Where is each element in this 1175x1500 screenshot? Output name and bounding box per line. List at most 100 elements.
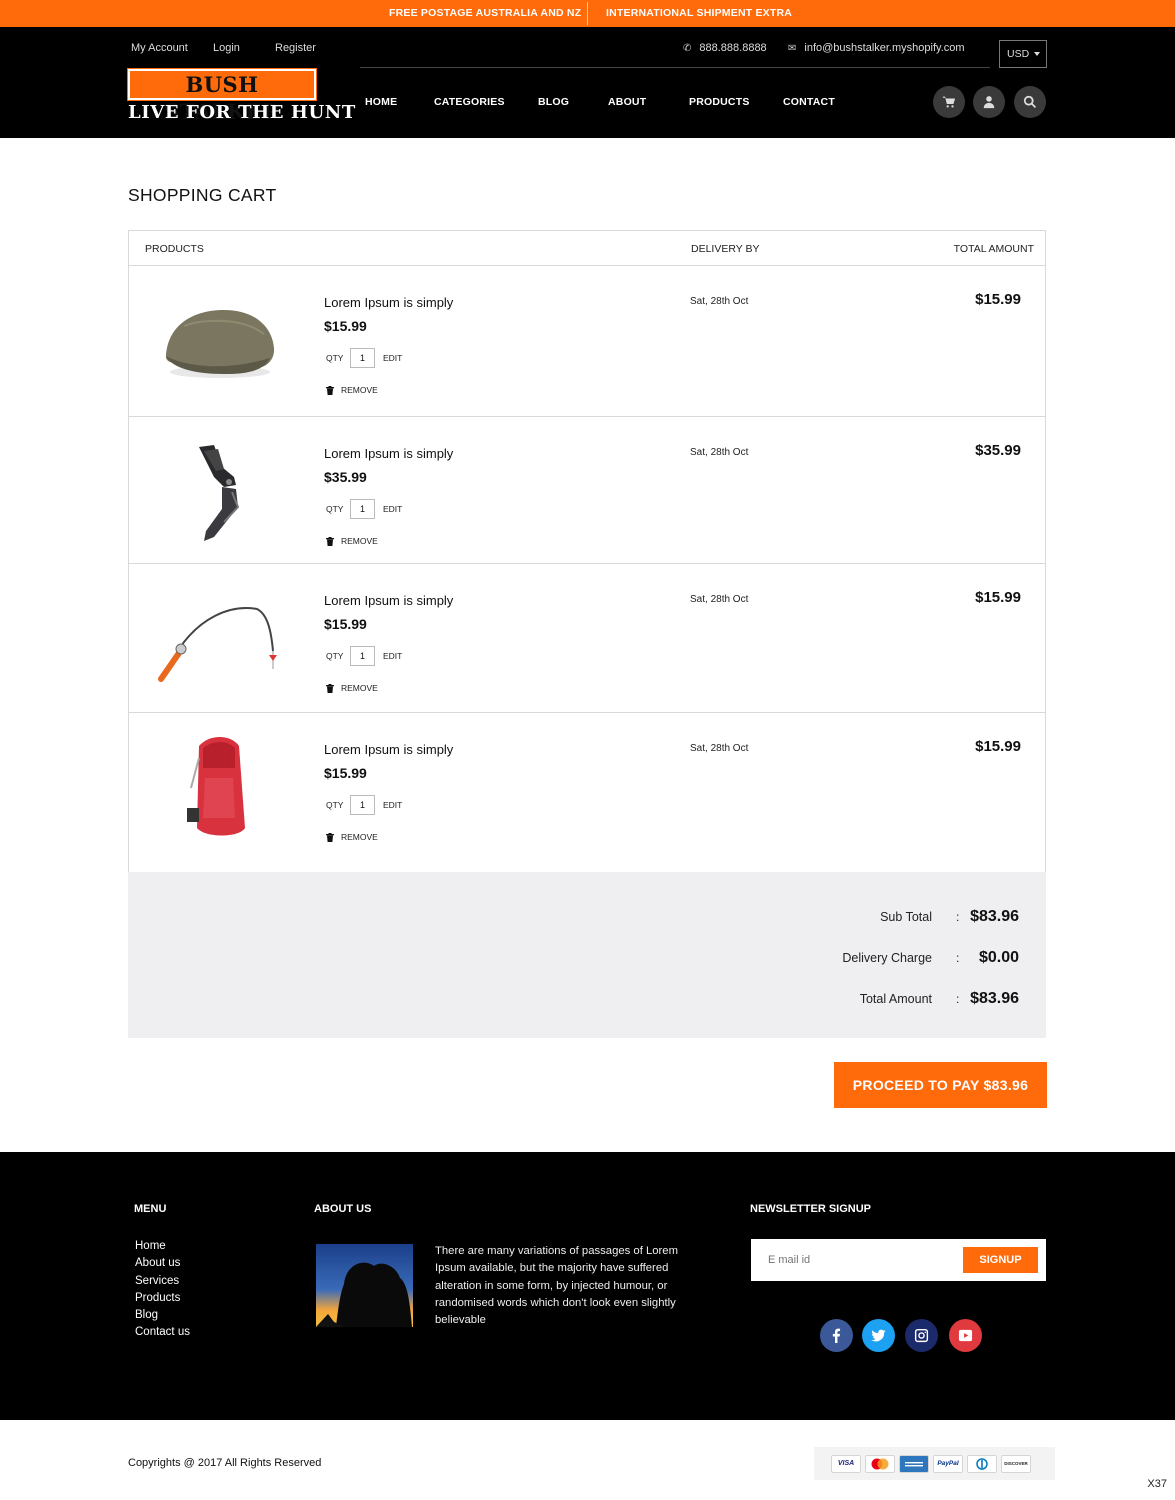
line-total: $15.99: [975, 291, 1021, 308]
product-image-hunting-knife[interactable]: [139, 432, 299, 552]
nav-contact[interactable]: CONTACT: [783, 96, 835, 108]
remove-button[interactable]: REMOVE: [326, 683, 378, 693]
remove-label: REMOVE: [341, 536, 378, 546]
newsletter-email-input[interactable]: [751, 1239, 951, 1281]
remove-label: REMOVE: [341, 385, 378, 395]
footer-link-home[interactable]: Home: [135, 1238, 190, 1255]
visa-card-icon: VISA: [831, 1454, 861, 1473]
trash-icon: [326, 536, 334, 546]
footer-link-contact[interactable]: Contact us: [135, 1324, 190, 1341]
delivery-separator: :: [956, 951, 960, 965]
search-button[interactable]: [1014, 86, 1046, 118]
phone-contact: ✆ 888.888.8888: [683, 42, 767, 54]
delivery-date: Sat, 28th Oct: [690, 296, 749, 307]
edit-link[interactable]: EDIT: [383, 353, 402, 363]
nav-products[interactable]: PRODUCTS: [689, 96, 750, 108]
envelope-icon: ✉: [788, 43, 797, 54]
remove-label: REMOVE: [341, 832, 378, 842]
signup-button[interactable]: SIGNUP: [963, 1247, 1038, 1273]
site-logo[interactable]: BUSH STALKER LIVE FOR THE HUNT: [127, 68, 356, 129]
footer-link-products[interactable]: Products: [135, 1290, 190, 1307]
footer-link-blog[interactable]: Blog: [135, 1307, 190, 1324]
youtube-link[interactable]: [949, 1319, 982, 1352]
my-account-link[interactable]: My Account: [131, 42, 188, 54]
nav-about[interactable]: ABOUT: [608, 96, 646, 108]
edit-link[interactable]: EDIT: [383, 504, 402, 514]
cart-table: PRODUCTS DELIVERY BY TOTAL AMOUNT Lorem …: [128, 230, 1046, 873]
product-price: $35.99: [324, 469, 367, 485]
remove-button[interactable]: REMOVE: [326, 385, 378, 395]
twitter-link[interactable]: [862, 1319, 895, 1352]
footer-menu-title: MENU: [134, 1203, 167, 1215]
cart-row: Lorem Ipsum is simply $15.99 QTY 1 EDIT …: [129, 564, 1045, 713]
facebook-icon: [832, 1328, 841, 1343]
qty-input[interactable]: 1: [350, 499, 375, 519]
nav-blog[interactable]: BLOG: [538, 96, 569, 108]
qty-label: QTY: [326, 353, 344, 363]
logo-badge: BUSH STALKER: [127, 68, 317, 124]
qty-label: QTY: [326, 504, 344, 514]
remove-button[interactable]: REMOVE: [326, 832, 378, 842]
youtube-icon: [958, 1329, 973, 1342]
account-button[interactable]: [973, 86, 1005, 118]
delivery-date: Sat, 28th Oct: [690, 743, 749, 754]
remove-button[interactable]: REMOVE: [326, 536, 378, 546]
product-image-fishing-rod[interactable]: [139, 579, 299, 699]
login-link[interactable]: Login: [213, 42, 240, 54]
product-image-flat-cap[interactable]: [139, 281, 299, 401]
col-delivery: DELIVERY BY: [691, 243, 760, 255]
delivery-date: Sat, 28th Oct: [690, 594, 749, 605]
product-name[interactable]: Lorem Ipsum is simply: [324, 446, 453, 461]
cart-button[interactable]: [933, 86, 965, 118]
facebook-link[interactable]: [820, 1319, 853, 1352]
email-contact[interactable]: ✉ info@bushstalker.myshopify.com: [788, 42, 965, 54]
trash-icon: [326, 683, 334, 693]
footer-link-about[interactable]: About us: [135, 1255, 190, 1272]
discover-card-icon: DISCOVER: [1001, 1454, 1031, 1473]
product-image-red-backpack[interactable]: [139, 728, 299, 848]
nav-categories[interactable]: CATEGORIES: [434, 96, 505, 108]
logo-tagline: LIVE FOR THE HUNT: [128, 102, 356, 123]
site-header: My Account Login Register ✆ 888.888.8888 …: [0, 27, 1175, 138]
register-link[interactable]: Register: [275, 42, 316, 54]
footer-menu: Home About us Services Products Blog Con…: [135, 1238, 190, 1342]
instagram-link[interactable]: [905, 1319, 938, 1352]
mastercard-icon: [865, 1454, 895, 1473]
delivery-date: Sat, 28th Oct: [690, 447, 749, 458]
instagram-icon: [914, 1328, 929, 1343]
qty-label: QTY: [326, 800, 344, 810]
promo-divider: [587, 2, 588, 25]
currency-select[interactable]: USD: [999, 40, 1047, 68]
cart-row: Lorem Ipsum is simply $35.99 QTY 1 EDIT …: [129, 417, 1045, 564]
col-products: PRODUCTS: [145, 243, 204, 255]
qty-input[interactable]: 1: [350, 348, 375, 368]
product-name[interactable]: Lorem Ipsum is simply: [324, 593, 453, 608]
footer-link-services[interactable]: Services: [135, 1273, 190, 1290]
promo-left: FREE POSTAGE AUSTRALIA AND NZ: [389, 7, 582, 19]
remove-label: REMOVE: [341, 683, 378, 693]
edit-link[interactable]: EDIT: [383, 651, 402, 661]
total-separator: :: [956, 992, 960, 1006]
qty-input[interactable]: 1: [350, 795, 375, 815]
product-price: $15.99: [324, 318, 367, 334]
newsletter-title: NEWSLETTER SIGNUP: [750, 1203, 872, 1215]
edit-link[interactable]: EDIT: [383, 800, 402, 810]
delivery-value: $0.00: [978, 949, 1019, 966]
subtotal-value: $83.96: [970, 908, 1019, 925]
nav-home[interactable]: HOME: [365, 96, 397, 108]
trash-icon: [326, 385, 334, 395]
total-label: Total Amount: [859, 992, 932, 1006]
line-total: $35.99: [975, 442, 1021, 459]
proceed-to-pay-button[interactable]: PROCEED TO PAY $83.96: [834, 1062, 1047, 1108]
product-name[interactable]: Lorem Ipsum is simply: [324, 295, 453, 310]
email-address[interactable]: info@bushstalker.myshopify.com: [804, 42, 964, 54]
col-total: TOTAL AMOUNT: [953, 243, 1034, 255]
line-total: $15.99: [975, 589, 1021, 606]
qty-input[interactable]: 1: [350, 646, 375, 666]
product-name[interactable]: Lorem Ipsum is simply: [324, 742, 453, 757]
search-icon: [1023, 95, 1037, 108]
promo-right: INTERNATIONAL SHIPMENT EXTRA: [606, 7, 793, 19]
total-value: $83.96: [970, 990, 1019, 1007]
page-title: SHOPPING CART: [128, 185, 277, 205]
newsletter-form: SIGNUP: [751, 1239, 1046, 1281]
